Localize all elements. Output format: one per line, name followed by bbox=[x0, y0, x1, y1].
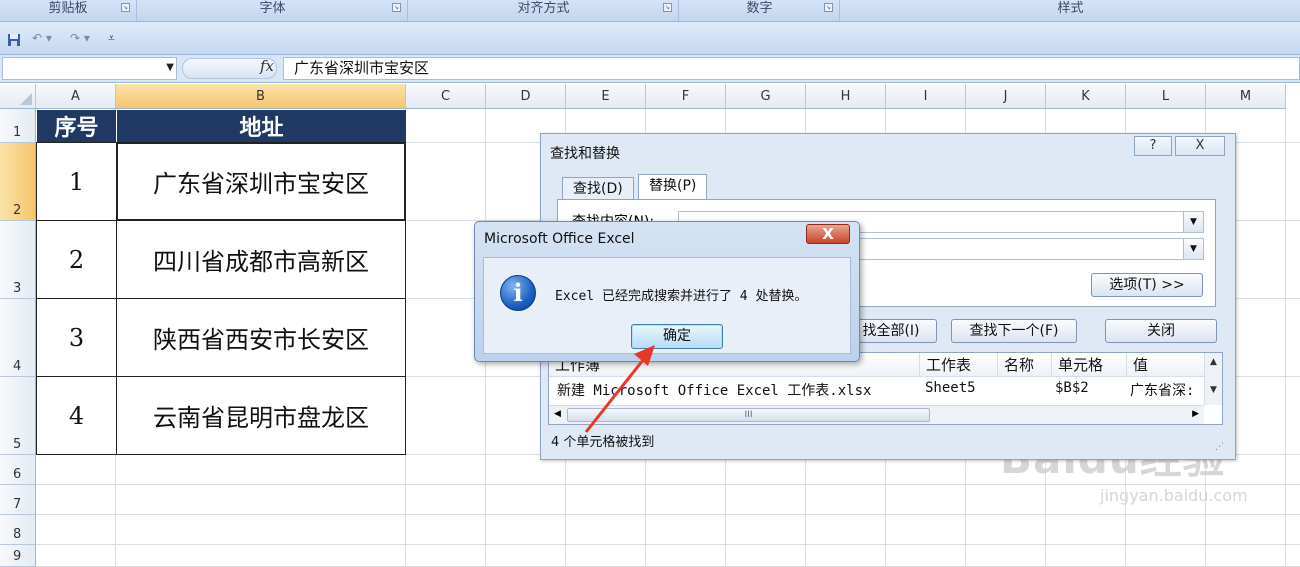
annotation-arrow bbox=[584, 345, 655, 433]
